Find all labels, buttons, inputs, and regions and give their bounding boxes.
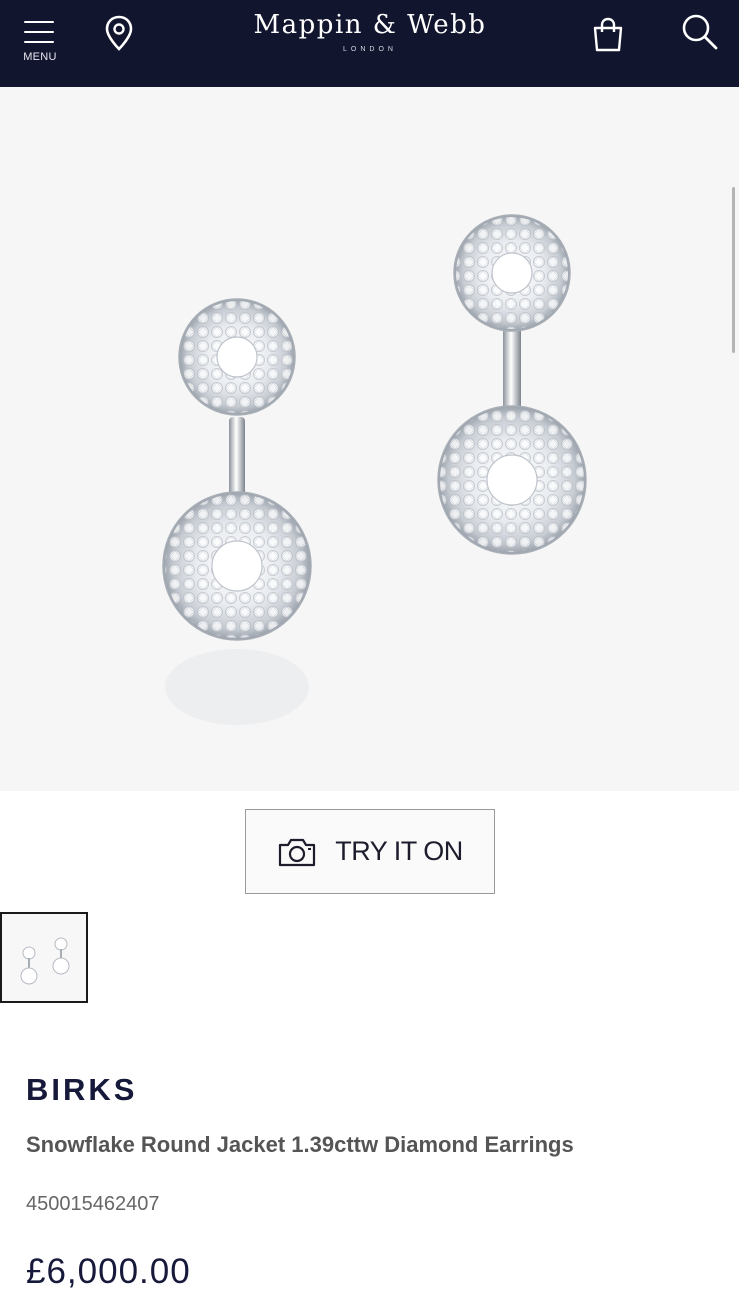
brand-logo-name: Mappin & Webb bbox=[253, 10, 487, 40]
search-icon bbox=[682, 14, 718, 50]
location-pin-icon bbox=[105, 15, 133, 51]
product-image-gallery[interactable] bbox=[0, 87, 739, 791]
shopping-bag-icon bbox=[593, 17, 623, 52]
product-image bbox=[162, 214, 587, 725]
right-earring-illustration bbox=[437, 214, 587, 555]
product-price: £6,000.00 bbox=[26, 1252, 191, 1291]
camera-icon bbox=[279, 838, 316, 866]
left-earring-illustration bbox=[162, 298, 312, 725]
product-brand[interactable]: BIRKS bbox=[26, 1072, 137, 1108]
brand-logo[interactable]: Mappin & Webb LONDON bbox=[220, 10, 520, 53]
brand-logo-subtitle: LONDON bbox=[343, 46, 397, 53]
try-it-on-label: TRY IT ON bbox=[335, 836, 463, 866]
menu-button[interactable]: MENU bbox=[18, 14, 62, 66]
gallery-thumbnail-1[interactable] bbox=[0, 912, 88, 1003]
search-button[interactable] bbox=[680, 12, 720, 52]
product-sku: 450015462407 bbox=[26, 1193, 160, 1215]
thumbnail-image bbox=[20, 937, 70, 985]
hamburger-menu-icon bbox=[24, 18, 54, 44]
scrollbar[interactable] bbox=[732, 187, 735, 353]
product-title: Snowflake Round Jacket 1.39cttw Diamond … bbox=[26, 1132, 574, 1157]
try-it-on-button[interactable]: TRY IT ON bbox=[245, 809, 495, 894]
menu-label: MENU bbox=[23, 51, 57, 63]
shopping-bag-button[interactable] bbox=[590, 14, 626, 54]
top-nav-bar: MENU Mappin & Webb LONDON bbox=[0, 0, 739, 87]
store-locator-button[interactable] bbox=[100, 12, 138, 54]
